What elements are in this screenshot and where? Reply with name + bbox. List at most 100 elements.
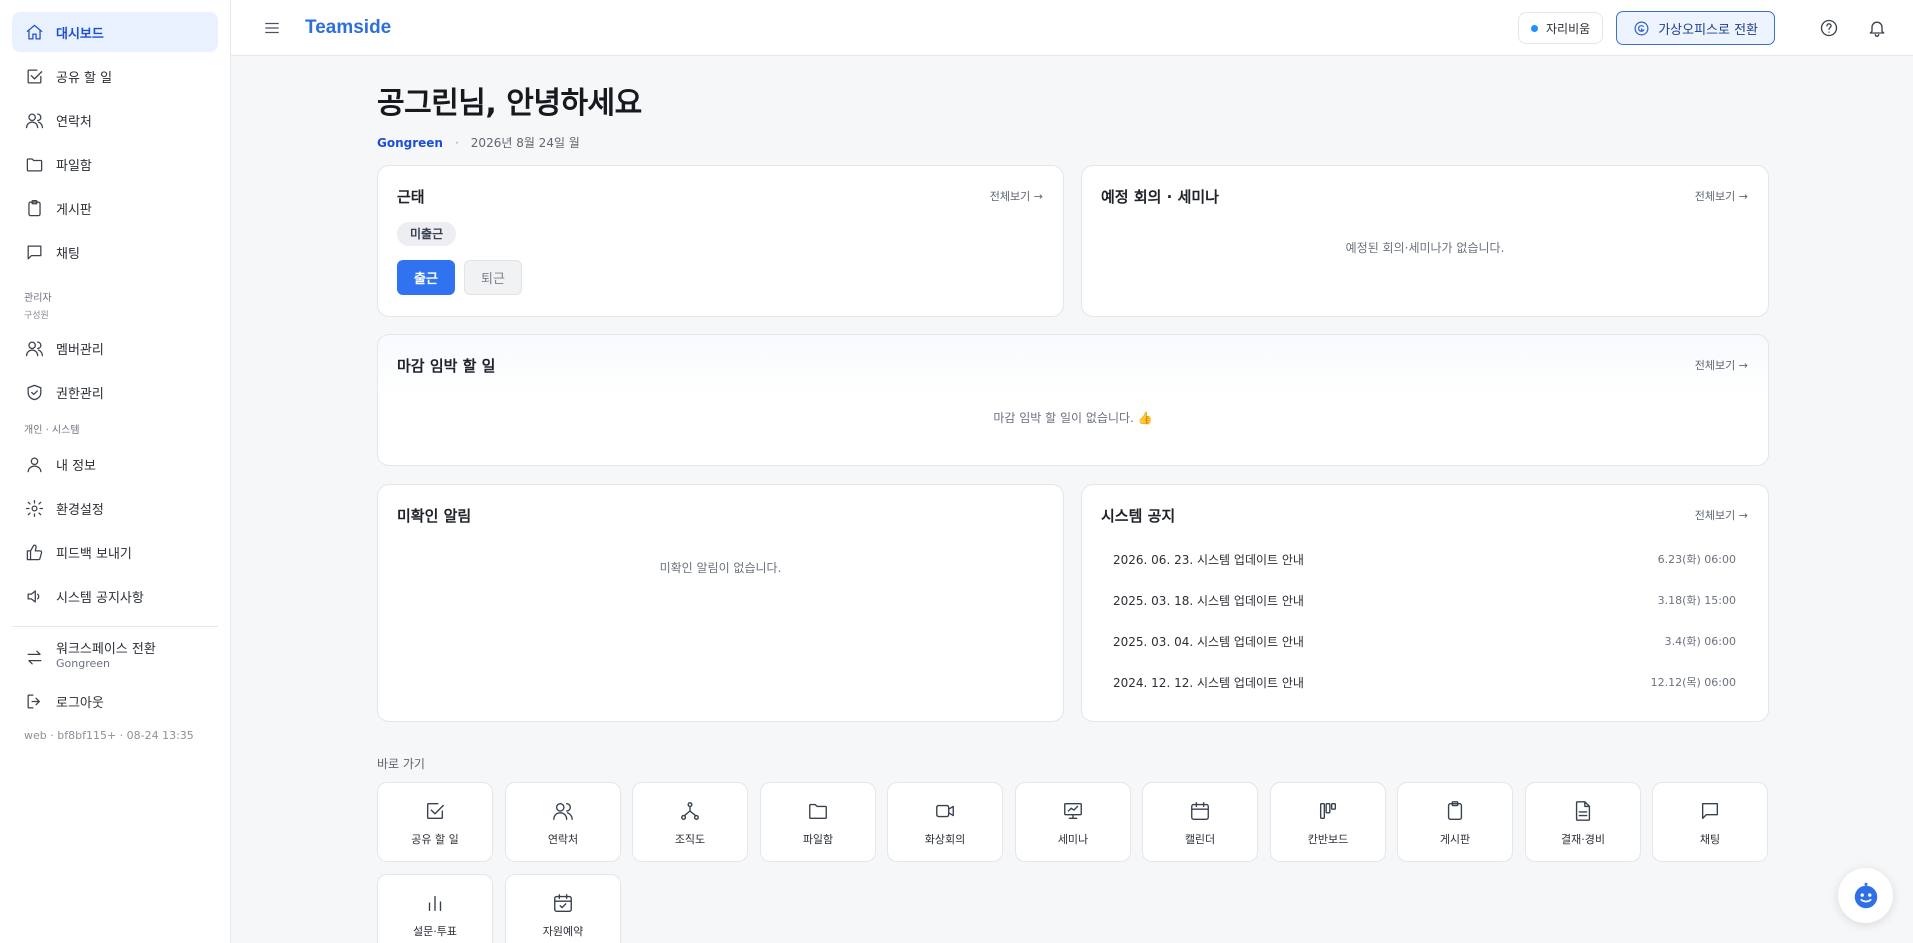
notice-row[interactable]: 2025. 03. 18. 시스템 업데이트 안내 3.18(화) 15:00: [1113, 592, 1736, 609]
section-label-personal: 개인 · 시스템: [24, 425, 80, 436]
users-icon: [24, 338, 44, 358]
home-icon: [24, 22, 44, 42]
notice-title: 2025. 03. 04. 시스템 업데이트 안내: [1113, 635, 1304, 649]
bot-icon: [1854, 882, 1877, 908]
sidebar-item-member-management[interactable]: 멤버관리: [12, 328, 218, 368]
virtual-office-button[interactable]: 가상오피스로 전환: [1616, 11, 1775, 45]
presentation-icon: [1061, 799, 1085, 823]
sidebar-item-logout[interactable]: 로그아웃: [12, 681, 218, 721]
quick-link-label: 화상회의: [924, 833, 966, 846]
quick-link-label: 설문·투표: [413, 925, 457, 938]
checkbox-icon: [423, 799, 447, 823]
quick-link-seminar[interactable]: 세미나: [1015, 782, 1131, 862]
sidebar-item-label: 공유 할 일: [56, 70, 113, 86]
quick-link-label: 공유 할 일: [411, 833, 459, 846]
quick-link-org-chart[interactable]: 조직도: [632, 782, 748, 862]
brand-logo[interactable]: Teamside: [305, 17, 391, 39]
quick-link-label: 자원예약: [542, 925, 584, 938]
sidebar-item-label: 채팅: [56, 246, 80, 262]
org-chart-icon: [678, 799, 702, 823]
notice-title: 2024. 12. 12. 시스템 업데이트 안내: [1113, 676, 1304, 690]
quick-link-board[interactable]: 게시판: [1397, 782, 1513, 862]
quick-links-label: 바로 가기: [377, 757, 425, 771]
sidebar-item-label: 게시판: [56, 202, 92, 218]
system-notice-view-all-link[interactable]: 전체보기 →: [1695, 507, 1748, 523]
folder-icon: [24, 154, 44, 174]
topbar: Teamside 자리비움 가상오피스로 전환: [231, 0, 1913, 56]
sidebar-item-chat[interactable]: 채팅: [12, 232, 218, 272]
notice-row[interactable]: 2024. 12. 12. 시스템 업데이트 안내 12.12(목) 06:00: [1113, 674, 1736, 691]
sidebar-item-label: 내 정보: [56, 458, 97, 474]
notice-row[interactable]: 2025. 03. 04. 시스템 업데이트 안내 3.4(화) 06:00: [1113, 633, 1736, 650]
deadline-tasks-empty-message: 마감 임박 할 일이 없습니다. 👍: [993, 411, 1153, 425]
quick-link-shared-tasks[interactable]: 공유 할 일: [377, 782, 493, 862]
meetings-view-all-link[interactable]: 전체보기 →: [1695, 188, 1748, 204]
main-content: 공그린님, 안녕하세요 Gongreen · 2026년 8월 24일 월 근태…: [377, 56, 1769, 943]
assistant-bot-button[interactable]: [1838, 868, 1893, 923]
notice-title: 2026. 06. 23. 시스템 업데이트 안내: [1113, 553, 1304, 567]
notice-row[interactable]: 2026. 06. 23. 시스템 업데이트 안내 6.23(화) 06:00: [1113, 551, 1736, 568]
sidebar-item-dashboard[interactable]: 대시보드: [12, 12, 218, 52]
presence-status-label: 자리비움: [1546, 21, 1591, 36]
sidebar-item-feedback[interactable]: 피드백 보내기: [12, 532, 218, 572]
chat-icon: [24, 242, 44, 262]
sidebar-item-label: 시스템 공지사항: [56, 590, 144, 606]
quick-link-kanban[interactable]: 칸반보드: [1270, 782, 1386, 862]
sidebar-item-contacts[interactable]: 연락처: [12, 100, 218, 140]
sidebar-item-files[interactable]: 파일함: [12, 144, 218, 184]
sidebar-item-my-info[interactable]: 내 정보: [12, 444, 218, 484]
check-out-button[interactable]: 퇴근: [464, 260, 522, 295]
quick-link-video-meeting[interactable]: 화상회의: [887, 782, 1003, 862]
bell-icon[interactable]: [1863, 14, 1891, 42]
quick-link-approval-expense[interactable]: 결재·경비: [1525, 782, 1641, 862]
users-icon: [551, 799, 575, 823]
virtual-office-icon: [1634, 21, 1649, 35]
clipboard-icon: [24, 198, 44, 218]
quick-link-label: 캘린더: [1184, 833, 1216, 846]
sidebar-item-workspace-switch[interactable]: 워크스페이스 전환 Gongreen: [12, 637, 218, 677]
chat-icon: [1698, 799, 1722, 823]
notice-time: 3.4(화) 06:00: [1664, 635, 1736, 648]
deadline-tasks-card: 마감 임박 할 일 전체보기 → 마감 임박 할 일이 없습니다. 👍: [377, 334, 1769, 466]
unread-notifications-title: 미확인 알림: [397, 507, 472, 525]
unread-notifications-empty-message: 미확인 알림이 없습니다.: [659, 561, 782, 575]
presence-status-chip[interactable]: 자리비움: [1518, 12, 1604, 44]
calendar-check-icon: [551, 891, 575, 915]
notice-time: 12.12(목) 06:00: [1650, 676, 1736, 689]
sidebar-item-settings[interactable]: 환경설정: [12, 488, 218, 528]
sidebar-item-board[interactable]: 게시판: [12, 188, 218, 228]
quick-link-survey[interactable]: 설문·투표: [377, 874, 493, 943]
deadline-tasks-view-all-link[interactable]: 전체보기 →: [1695, 357, 1748, 373]
folder-icon: [806, 799, 830, 823]
sidebar-divider: [12, 626, 218, 627]
quick-link-label: 칸반보드: [1307, 833, 1349, 846]
notice-time: 3.18(화) 15:00: [1657, 594, 1736, 607]
attendance-title: 근태: [397, 188, 425, 206]
sidebar-item-label: 환경설정: [56, 502, 104, 518]
workspace-switch-current: Gongreen: [56, 657, 110, 670]
quick-link-label: 조직도: [674, 833, 706, 846]
sidebar-item-shared-tasks[interactable]: 공유 할 일: [12, 56, 218, 96]
gear-icon: [24, 498, 44, 518]
swap-arrows-icon: [24, 647, 44, 667]
sidebar-item-label: 로그아웃: [56, 695, 104, 711]
quick-link-contacts[interactable]: 연락처: [505, 782, 621, 862]
sidebar-item-label: 대시보드: [56, 26, 104, 42]
system-notice-title: 시스템 공지: [1101, 507, 1176, 525]
quick-link-files[interactable]: 파일함: [760, 782, 876, 862]
shield-check-icon: [24, 382, 44, 402]
quick-link-calendar[interactable]: 캘린더: [1142, 782, 1258, 862]
help-icon[interactable]: [1815, 14, 1843, 42]
kanban-icon: [1316, 799, 1340, 823]
sidebar-item-permission-management[interactable]: 권한관리: [12, 372, 218, 412]
hamburger-menu-icon[interactable]: [258, 14, 286, 42]
document-icon: [1571, 799, 1595, 823]
quick-link-resource-booking[interactable]: 자원예약: [505, 874, 621, 943]
check-in-button[interactable]: 출근: [397, 260, 455, 295]
attendance-view-all-link[interactable]: 전체보기 →: [990, 188, 1043, 204]
quick-link-chat[interactable]: 채팅: [1652, 782, 1768, 862]
sidebar-item-system-notices[interactable]: 시스템 공지사항: [12, 576, 218, 616]
subtitle-separator: ·: [454, 135, 459, 150]
calendar-icon: [1188, 799, 1212, 823]
sidebar-item-label: 멤버관리: [56, 342, 104, 358]
